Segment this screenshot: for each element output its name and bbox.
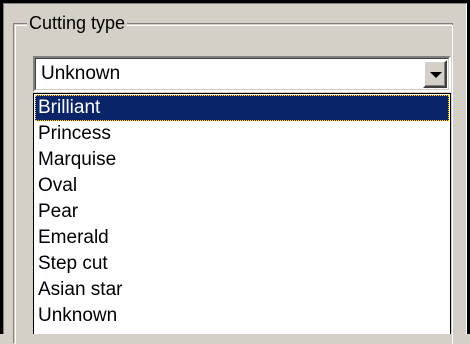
chevron-down-icon — [430, 72, 442, 78]
list-item-marquise[interactable]: Marquise — [35, 147, 449, 173]
cutting-type-dropdown-list[interactable]: Brilliant Princess Marquise Oval Pear Em… — [33, 93, 451, 334]
list-item-oval[interactable]: Oval — [35, 173, 449, 199]
list-item-unknown[interactable]: Unknown — [35, 303, 449, 329]
dropdown-button[interactable] — [423, 60, 447, 88]
list-item-princess[interactable]: Princess — [35, 121, 449, 147]
cutting-type-combobox[interactable]: Unknown — [33, 56, 451, 92]
list-item-pear[interactable]: Pear — [35, 199, 449, 225]
groupbox-legend: Cutting type — [27, 12, 128, 34]
list-item-asian-star[interactable]: Asian star — [35, 277, 449, 303]
list-item-emerald[interactable]: Emerald — [35, 225, 449, 251]
list-item-brilliant[interactable]: Brilliant — [35, 95, 449, 121]
combobox-value: Unknown — [41, 63, 121, 84]
list-item-step-cut[interactable]: Step cut — [35, 251, 449, 277]
